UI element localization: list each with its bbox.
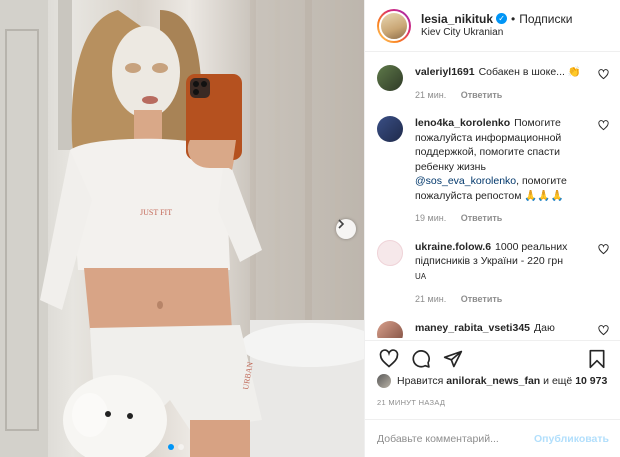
comment-text: Даю <box>534 321 555 334</box>
post-side-panel: lesia_nikituk ✓ • Подписки Kiev City Ukr… <box>364 0 620 457</box>
following-button[interactable]: Подписки <box>519 12 572 26</box>
verified-badge-icon: ✓ <box>496 13 508 24</box>
clap-emoji: 👏 <box>567 66 581 78</box>
comment-item: valeriyl1691 Собакен в шоке... 👏 21 мин. … <box>377 65 609 102</box>
comment-item: ukraine.folow.6 1000 реальних підписників… <box>377 239 609 307</box>
flag-emoji: UA <box>415 271 427 281</box>
next-photo-button[interactable] <box>336 219 356 239</box>
comment-username[interactable]: ukraine.folow.6 <box>415 241 491 253</box>
post-header: lesia_nikituk ✓ • Подписки Kiev City Ukr… <box>365 0 620 52</box>
comment-time: 21 мин. <box>415 89 447 100</box>
comment-username[interactable]: maney_rabita_vseti345 <box>415 322 530 334</box>
comment-avatar[interactable] <box>377 239 403 266</box>
save-button[interactable] <box>585 347 609 371</box>
comment-time: 19 мин. <box>415 213 447 223</box>
comment-item: maney_rabita_vseti345 Даю <box>377 320 609 338</box>
share-icon <box>443 350 463 367</box>
comment-time: 21 мин. <box>415 294 447 304</box>
carousel-dot <box>178 444 184 450</box>
bookmark-icon <box>589 349 605 368</box>
likes-middle: и ещё <box>543 375 573 387</box>
heart-icon[interactable] <box>598 69 609 80</box>
svg-text:JUST FIT: JUST FIT <box>140 208 172 217</box>
comment-avatar[interactable] <box>377 116 403 142</box>
post-photo[interactable]: JUST FIT URBAN <box>0 0 364 457</box>
reply-button[interactable]: Ответить <box>461 213 503 223</box>
likes-prefix: Нравится <box>397 375 444 387</box>
comment-mention-link[interactable]: @sos_eva_korolenko <box>415 175 516 187</box>
comment-text: Собакен в шоке... <box>478 66 565 78</box>
pray-emoji: 🙏🙏🙏 <box>524 189 564 202</box>
post-timestamp[interactable]: 21 МИНУТ НАЗАД <box>377 398 445 407</box>
header-separator: • <box>511 11 516 26</box>
share-button[interactable] <box>441 347 465 371</box>
post-actions <box>365 340 620 376</box>
heart-icon[interactable] <box>598 243 609 255</box>
add-comment-bar: Опубликовать <box>365 419 620 457</box>
comment-item: leno4ka_korolenko Помогите пожалуйста инф… <box>377 116 609 226</box>
publish-button[interactable]: Опубликовать <box>534 433 609 445</box>
reply-button[interactable]: Ответить <box>461 90 503 100</box>
comment-icon <box>412 349 430 368</box>
comment-button[interactable] <box>409 347 433 371</box>
liker-username[interactable]: anilorak_news_fan <box>446 375 540 387</box>
chevron-right-icon <box>338 219 345 229</box>
photo-illustration: JUST FIT URBAN <box>0 0 364 457</box>
likes-summary: Нравится anilorak_news_fan и ещё 10 973 <box>377 374 607 388</box>
comment-username[interactable]: valeriyl1691 <box>415 66 475 78</box>
reply-button[interactable]: Ответить <box>461 294 503 304</box>
like-button[interactable] <box>377 347 401 371</box>
author-avatar[interactable] <box>377 8 411 43</box>
likes-count[interactable]: 10 973 <box>575 375 607 387</box>
carousel-dots <box>168 444 184 450</box>
comment-avatar[interactable] <box>377 320 403 338</box>
comment-username[interactable]: leno4ka_korolenko <box>415 117 510 129</box>
carousel-dot-active <box>168 444 174 450</box>
author-username[interactable]: lesia_nikituk <box>421 12 493 26</box>
post-location[interactable]: Kiev City Ukranian <box>421 26 572 40</box>
heart-icon[interactable] <box>598 120 609 131</box>
comments-list[interactable]: valeriyl1691 Собакен в шоке... 👏 21 мин. … <box>365 53 620 338</box>
comment-avatar[interactable] <box>377 65 403 91</box>
liker-avatar[interactable] <box>377 374 391 388</box>
comment-input[interactable] <box>377 432 535 445</box>
heart-icon <box>379 348 399 368</box>
heart-icon[interactable] <box>598 324 609 336</box>
